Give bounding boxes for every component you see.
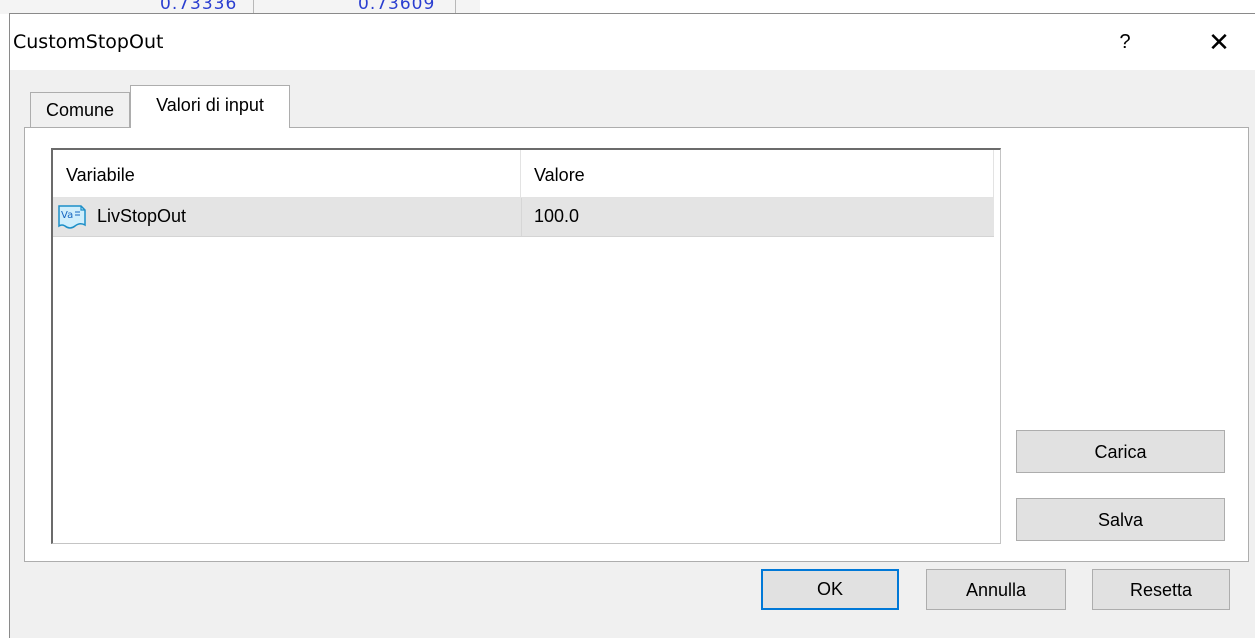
list-header: Variabile Valore xyxy=(53,150,994,198)
dialog-title: CustomStopOut xyxy=(13,31,164,53)
column-header-variable[interactable]: Variabile xyxy=(53,150,521,197)
background-value: 0.73609 xyxy=(358,0,436,14)
save-button[interactable]: Salva xyxy=(1016,498,1225,541)
background-value: 0.73336 xyxy=(160,0,238,14)
title-bar: CustomStopOut ? ✕ xyxy=(10,14,1255,70)
reset-button[interactable]: Resetta xyxy=(1092,569,1230,610)
background-separator xyxy=(455,0,456,14)
table-row[interactable]: Va LivStopOut 100.0 xyxy=(53,198,994,237)
cancel-button[interactable]: Annulla xyxy=(926,569,1066,610)
properties-dialog: CustomStopOut ? ✕ Comune Valori di input… xyxy=(9,13,1255,638)
variable-icon: Va xyxy=(58,205,86,229)
close-button[interactable]: ✕ xyxy=(1203,26,1235,58)
load-button[interactable]: Carica xyxy=(1016,430,1225,473)
variable-value[interactable]: 100.0 xyxy=(534,198,579,236)
svg-text:Va: Va xyxy=(61,210,73,221)
tab-panel: Variabile Valore Va LivStopOut 100.0 Car… xyxy=(24,127,1249,562)
variable-name: LivStopOut xyxy=(97,206,187,226)
background-separator xyxy=(253,0,254,14)
tab-comune[interactable]: Comune xyxy=(30,92,130,127)
tab-valori-di-input[interactable]: Valori di input xyxy=(130,85,290,128)
column-header-value[interactable]: Valore xyxy=(521,150,994,197)
help-button[interactable]: ? xyxy=(1110,26,1140,58)
column-divider xyxy=(521,198,522,236)
background-window-strip: 0.73336 0.73609 xyxy=(0,0,480,14)
input-values-list[interactable]: Variabile Valore Va LivStopOut 100.0 xyxy=(51,148,1001,544)
ok-button[interactable]: OK xyxy=(761,569,899,610)
